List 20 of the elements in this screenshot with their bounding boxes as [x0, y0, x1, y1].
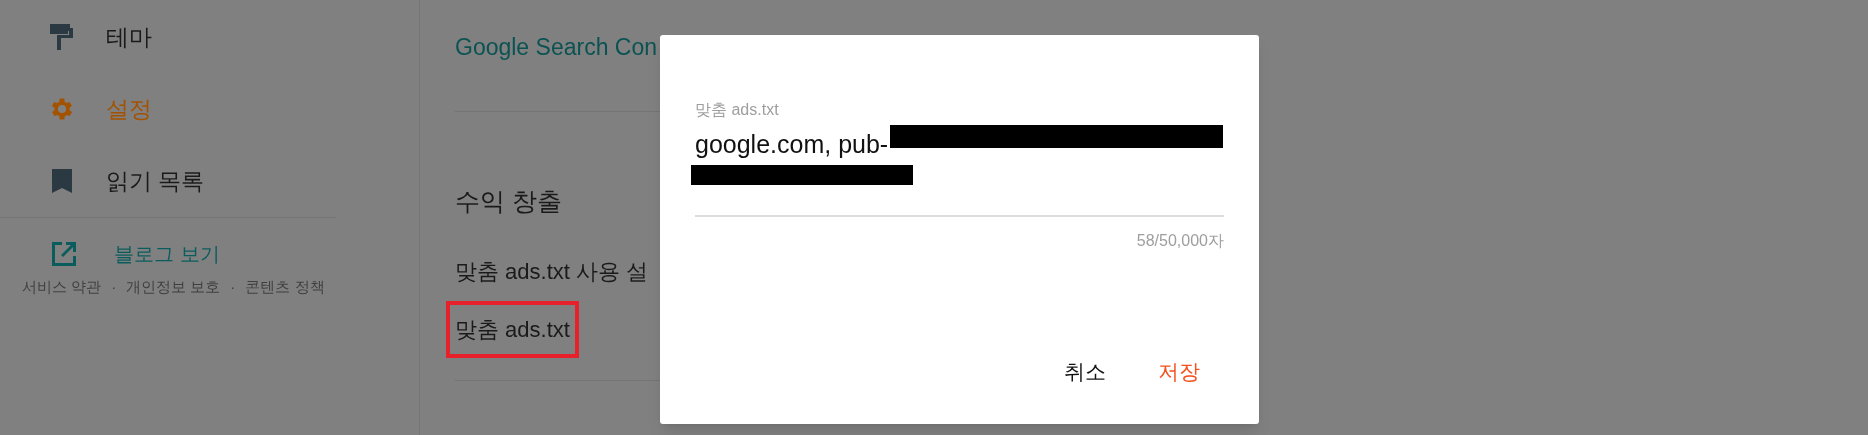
search-console-link[interactable]: Google Search Con [455, 30, 657, 65]
save-button[interactable]: 저장 [1142, 345, 1216, 397]
external-link-icon [50, 240, 78, 268]
section-title: 수익 창출 [455, 185, 562, 217]
separator-dot: · [111, 277, 117, 297]
setting-label[interactable]: 맞춤 ads.txt [446, 300, 579, 358]
field-label: 맞춤 ads.txt [695, 100, 780, 120]
footer-link[interactable]: 서비스 약관 [22, 276, 102, 299]
bookmark-icon [51, 168, 73, 194]
sidebar-item[interactable]: 읽기 목록 [0, 145, 419, 217]
view-blog-link[interactable]: 블로그 보기 [114, 239, 220, 269]
text-area[interactable]: google.com, pub- [695, 122, 1224, 217]
separator-dot: · [230, 277, 236, 297]
cancel-button[interactable]: 취소 [1048, 345, 1122, 397]
setting-label[interactable]: 맞춤 ads.txt 사용 설 [455, 254, 649, 288]
sidebar-item[interactable]: 테마 [0, 1, 419, 73]
footer-link[interactable]: 콘텐츠 정책 [245, 276, 325, 299]
character-counter: 58/50,000자 [1136, 231, 1224, 251]
paint-roller-icon [49, 23, 75, 51]
footer-link[interactable]: 개인정보 보호 [126, 276, 221, 299]
